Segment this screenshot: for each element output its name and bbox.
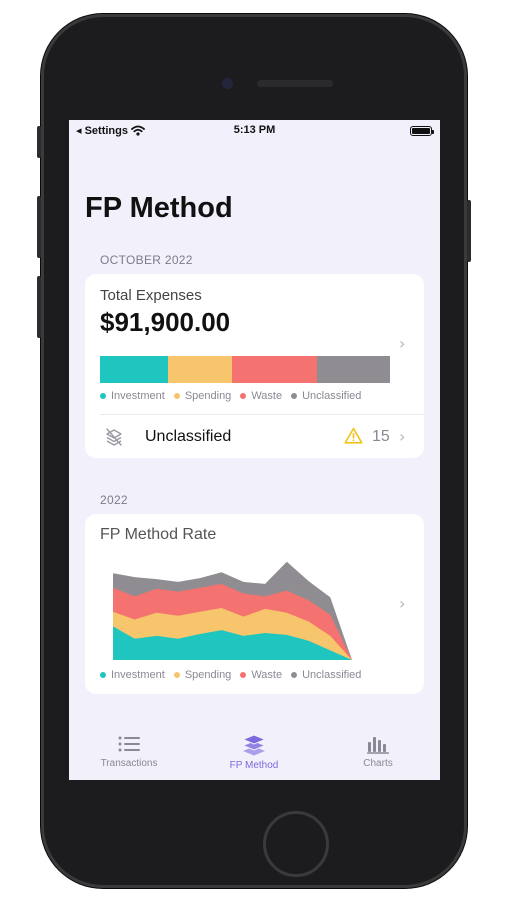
legend-item-unclassified: Unclassified xyxy=(291,669,361,681)
year-label: 2022 xyxy=(100,493,128,507)
legend-item-waste: Waste xyxy=(240,390,282,402)
legend-label: Unclassified xyxy=(302,390,362,402)
front-camera xyxy=(222,78,233,89)
legend-dot xyxy=(291,672,298,678)
legend-item-unclassified: Unclassified xyxy=(291,390,361,402)
total-expenses-label: Total Expenses xyxy=(100,287,202,304)
legend-dot xyxy=(240,393,247,399)
legend-dot xyxy=(291,393,298,399)
status-bar: ◂ Settings 5:13 PM xyxy=(69,120,440,142)
legend-label: Unclassified xyxy=(302,669,362,681)
legend-dot xyxy=(100,393,106,399)
layers-slash-icon xyxy=(106,428,122,446)
legend-item-waste: Waste xyxy=(240,669,282,681)
list-icon xyxy=(118,736,140,752)
warning-icon xyxy=(344,427,363,444)
legend-dot xyxy=(173,393,180,399)
legend-dot xyxy=(100,672,106,678)
home-button[interactable] xyxy=(263,811,329,877)
battery-icon xyxy=(410,126,434,136)
period-label: OCTOBER 2022 xyxy=(100,253,193,267)
legend-label: Spending xyxy=(184,669,232,681)
total-expenses-card[interactable]: Total Expenses $91,900.00 › Investment Sp… xyxy=(85,274,424,458)
tab-label: FP Method xyxy=(229,760,279,771)
power-button xyxy=(467,200,471,262)
legend-item-spending: Spending xyxy=(173,669,232,681)
legend-label: Waste xyxy=(251,390,283,402)
total-expenses-amount: $91,900.00 xyxy=(100,307,231,337)
legend-dot xyxy=(173,672,180,678)
earpiece-speaker xyxy=(257,80,333,87)
rate-legend: Investment Spending Waste Unclassified xyxy=(100,669,370,681)
breakdown-segment-waste xyxy=(231,356,318,383)
tab-label: Charts xyxy=(363,758,393,769)
fp-method-rate-card[interactable]: FP Method Rate › Investment Spending Waste… xyxy=(85,514,424,694)
layers-icon xyxy=(241,734,267,756)
legend-label: Waste xyxy=(251,669,283,681)
tab-fp-method[interactable]: FP Method xyxy=(199,734,309,771)
tab-charts[interactable]: Charts xyxy=(323,734,433,769)
chevron-right-icon: › xyxy=(399,427,406,446)
expenses-breakdown-bar xyxy=(100,356,390,383)
unclassified-label: Unclassified xyxy=(145,428,232,445)
expenses-legend: Investment Spending Waste Unclassified xyxy=(100,390,370,402)
app-screen: ◂ Settings 5:13 PM FP Method OCTOBER 202… xyxy=(69,120,440,780)
status-time: 5:13 PM xyxy=(233,124,276,136)
unclassified-row[interactable]: Unclassified 15 › xyxy=(85,415,424,458)
legend-label: Investment xyxy=(111,669,165,681)
volume-down-button xyxy=(37,276,41,338)
legend-item-investment: Investment xyxy=(100,669,165,681)
breakdown-segment-investment xyxy=(100,356,169,383)
breakdown-segment-unclassified xyxy=(317,356,390,383)
legend-label: Investment xyxy=(111,390,165,402)
tab-transactions[interactable]: Transactions xyxy=(74,734,184,769)
chevron-right-icon: › xyxy=(399,334,406,353)
fp-method-rate-chart xyxy=(113,561,352,660)
legend-item-spending: Spending xyxy=(173,390,232,402)
mute-switch xyxy=(37,126,41,158)
page-title: FP Method xyxy=(85,192,233,224)
tab-bar: Transactions FP Method Charts xyxy=(69,720,440,780)
legend-item-investment: Investment xyxy=(100,390,165,402)
legend-dot xyxy=(240,672,247,678)
legend-label: Spending xyxy=(184,390,232,402)
tab-label: Transactions xyxy=(100,758,158,769)
breakdown-segment-spending xyxy=(168,356,232,383)
unclassified-count: 15 xyxy=(372,428,390,445)
volume-up-button xyxy=(37,196,41,258)
chevron-right-icon: › xyxy=(399,594,406,613)
bar-chart-icon xyxy=(367,737,389,754)
